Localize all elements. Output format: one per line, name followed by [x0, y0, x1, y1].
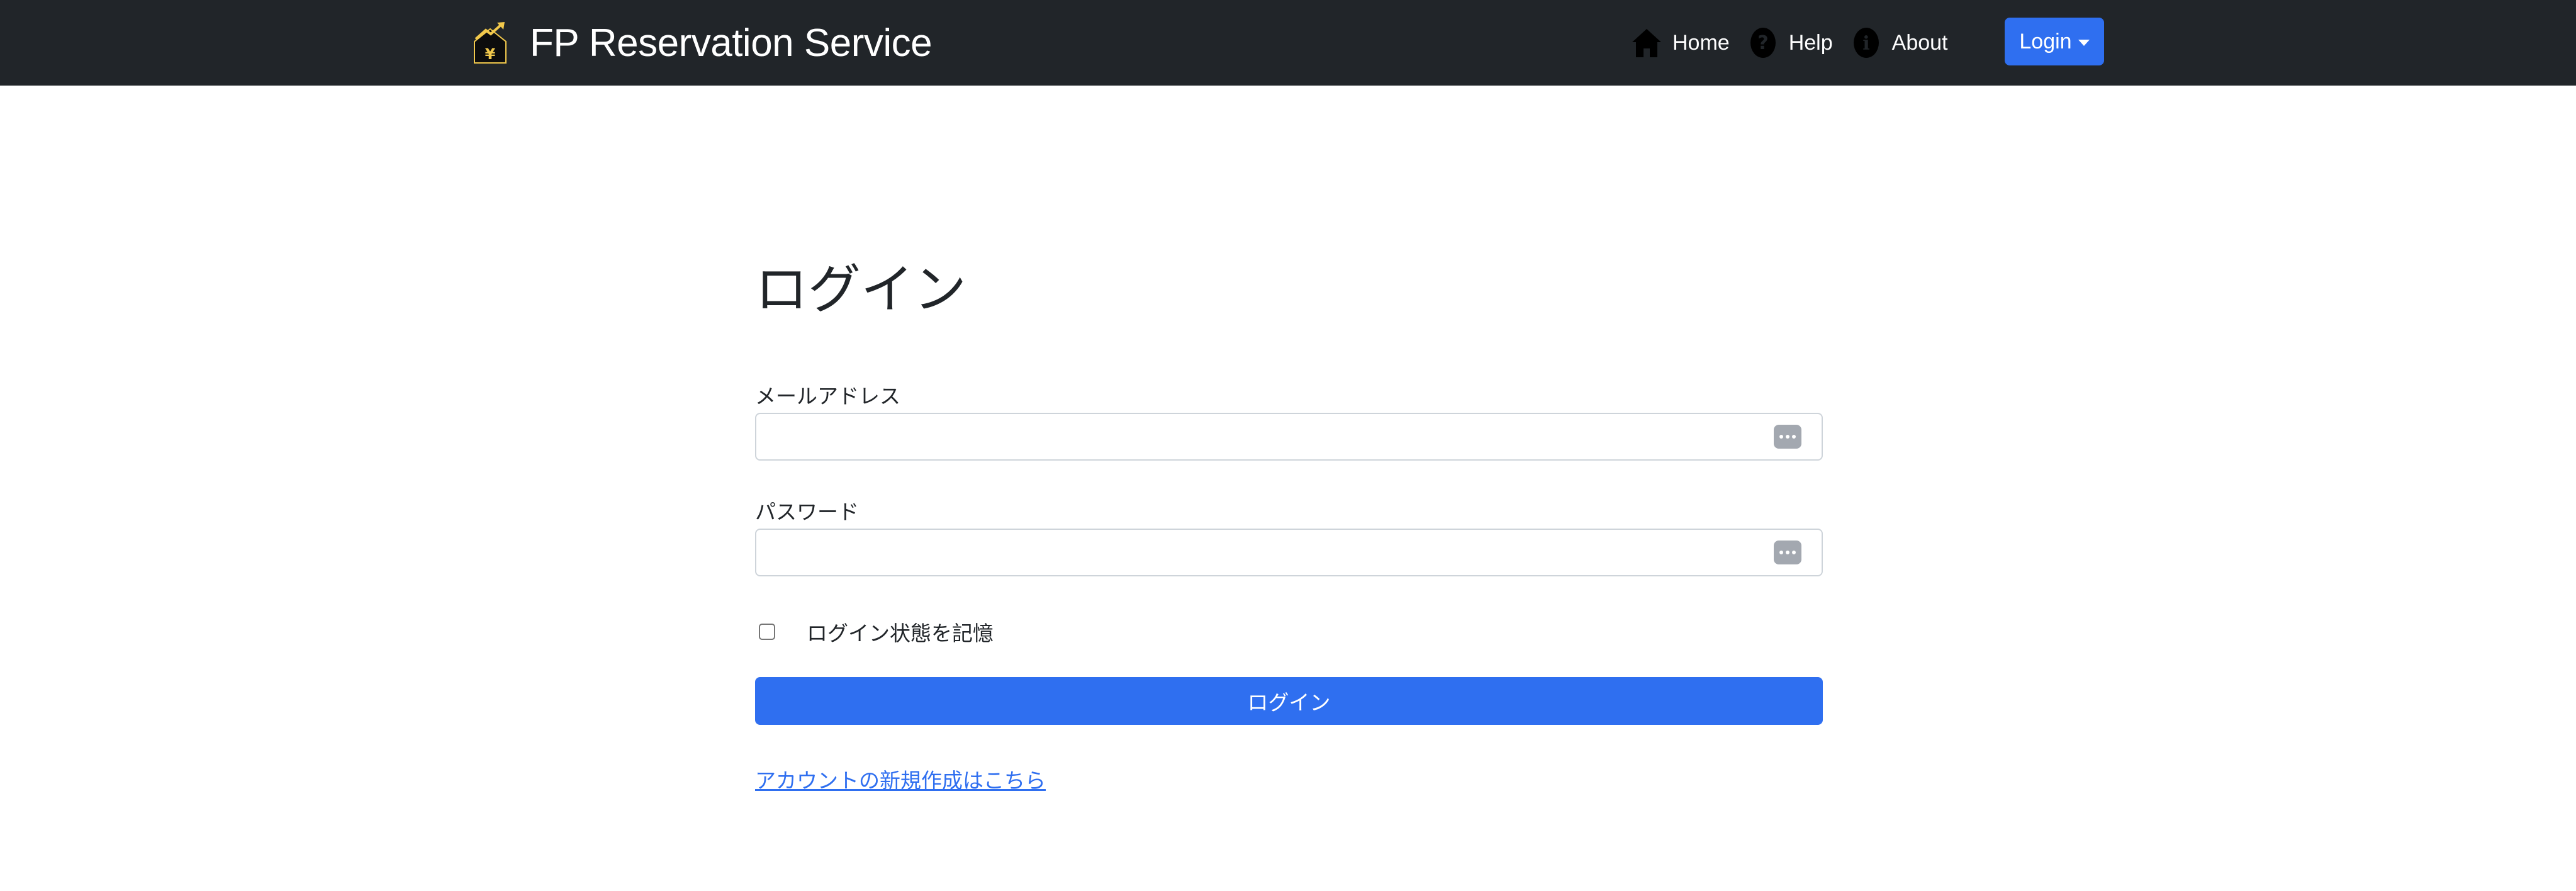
nav-item-about[interactable]: i About	[1849, 26, 1948, 60]
remember-me-row: ログイン状態を記憶	[755, 617, 994, 647]
home-icon	[1632, 29, 1661, 57]
nav-label-about: About	[1891, 30, 1948, 55]
nav-item-help[interactable]: ? Help	[1746, 26, 1833, 60]
nav-label-home: Home	[1672, 30, 1730, 55]
login-submit-button[interactable]: ログイン	[755, 677, 1823, 725]
login-button-label: Login	[2019, 29, 2072, 53]
password-manager-icon[interactable]	[1774, 541, 1801, 564]
email-input[interactable]	[755, 413, 1823, 461]
email-label: メールアドレス	[755, 384, 900, 408]
login-dropdown-button[interactable]: Login	[2005, 18, 2104, 65]
login-form: ログイン メールアドレス パスワード ログイン状態を記憶 ログイン アカウントの…	[755, 258, 1823, 793]
top-navbar: ¥ FP Reservation Service Home ? Help i A…	[0, 0, 2576, 86]
remember-me-label[interactable]: ログイン状態を記憶	[807, 617, 994, 647]
brand[interactable]: ¥ FP Reservation Service	[471, 19, 932, 67]
house-yen-chart-icon: ¥	[474, 22, 507, 64]
svg-text:¥: ¥	[485, 45, 496, 63]
svg-text:i: i	[1862, 33, 1869, 55]
brand-title: FP Reservation Service	[530, 21, 932, 65]
svg-text:?: ?	[1757, 32, 1768, 54]
help-icon: ?	[1750, 28, 1776, 58]
caret-down-icon	[2078, 40, 2090, 46]
remember-me-checkbox[interactable]	[759, 624, 775, 640]
create-account-link[interactable]: アカウントの新規作成はこちら	[755, 764, 1046, 794]
nav-label-help: Help	[1788, 30, 1833, 55]
info-icon: i	[1853, 28, 1879, 58]
password-label: パスワード	[755, 500, 859, 524]
password-input[interactable]	[755, 529, 1823, 576]
page-title: ログイン	[755, 259, 967, 320]
password-manager-icon[interactable]	[1774, 425, 1801, 449]
nav-links: Home ? Help i About	[1630, 23, 1948, 63]
nav-item-home[interactable]: Home	[1630, 26, 1730, 60]
